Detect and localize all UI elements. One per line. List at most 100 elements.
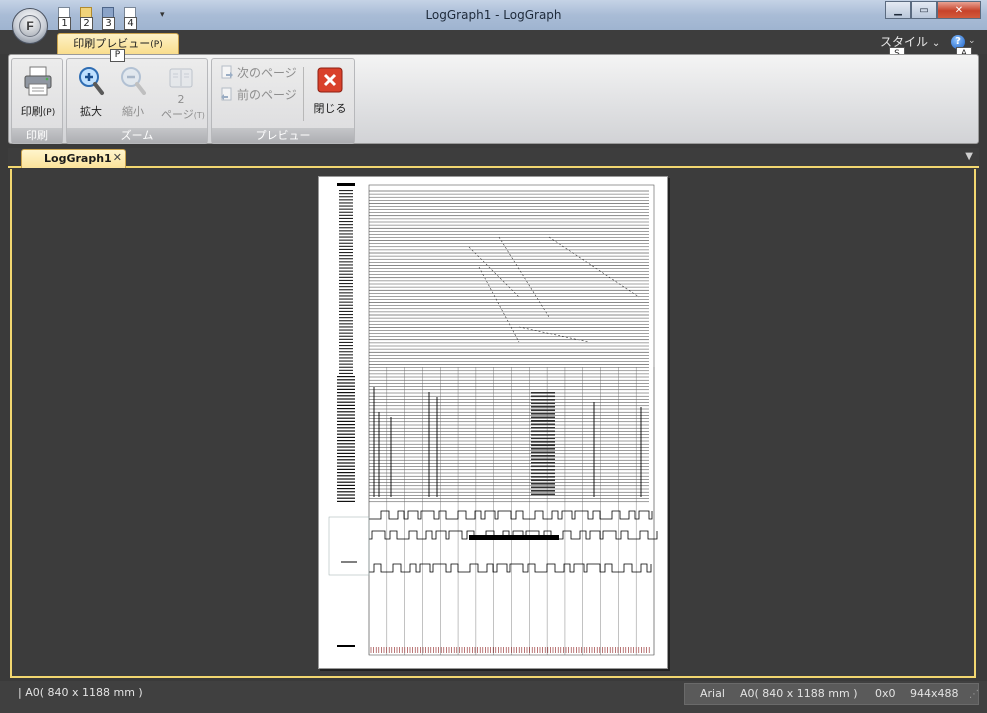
row-label-mark xyxy=(337,382,355,384)
row-label-mark xyxy=(339,199,353,201)
row-label-mark xyxy=(337,488,355,490)
maximize-button[interactable]: ▭ xyxy=(911,1,937,19)
row-label-mark xyxy=(337,427,355,429)
row-label-mark xyxy=(337,388,355,390)
graph-dense-block xyxy=(531,455,555,457)
row-label-mark xyxy=(339,332,353,334)
print-preview-area[interactable] xyxy=(10,169,976,678)
print-button[interactable]: 印刷(P) xyxy=(17,65,59,119)
graph-dense-block xyxy=(531,472,555,475)
row-label-mark xyxy=(337,404,355,406)
row-label-mark xyxy=(339,193,353,195)
row-label-mark xyxy=(339,276,353,278)
waveform-label-box xyxy=(328,516,370,576)
graph-waveform-fill xyxy=(469,535,559,540)
row-label-mark xyxy=(339,363,353,365)
tab-list-dropdown-icon[interactable]: ▼ xyxy=(965,151,973,162)
preview-page[interactable] xyxy=(318,176,668,669)
row-label-mark xyxy=(339,233,353,235)
graph-dense-block xyxy=(531,490,555,492)
row-label-mark xyxy=(339,224,353,226)
window-controls: ▁ ▭ ✕ xyxy=(885,1,981,19)
quick-access-toolbar: 1 2 3 4 xyxy=(55,6,140,30)
group-print: 印刷(P) 印刷 xyxy=(11,58,63,144)
row-label-mark xyxy=(339,190,353,192)
tab-accel: (P) xyxy=(150,40,163,50)
row-label-mark xyxy=(339,320,353,322)
prev-page-button[interactable]: 前のページ xyxy=(220,84,297,104)
row-label-mark xyxy=(337,494,355,496)
row-label-mark xyxy=(339,217,353,219)
status-paper-left: | A0( 840 x 1188 mm ) xyxy=(18,686,143,699)
zoom-in-button[interactable]: 拡大 xyxy=(75,65,107,119)
application-menu-button[interactable]: F xyxy=(12,8,48,44)
row-label-mark xyxy=(337,398,355,400)
two-page-number: 2 xyxy=(177,93,185,106)
row-label-mark xyxy=(337,462,355,464)
group-caption: プレビュー xyxy=(212,128,354,143)
row-label-mark xyxy=(339,348,353,350)
graph-dense-block xyxy=(531,441,555,443)
chevron-down-icon[interactable]: ⌄ xyxy=(968,36,976,46)
row-label-mark xyxy=(339,372,353,374)
close-preview-button[interactable]: 閉じる xyxy=(309,65,351,116)
minimize-button[interactable]: ▁ xyxy=(885,1,911,19)
row-label-mark xyxy=(337,395,355,397)
graph-dense-block xyxy=(531,476,555,478)
row-label-mark xyxy=(339,261,353,263)
row-label-mark xyxy=(339,289,353,291)
resize-grip-icon[interactable]: ⋰ xyxy=(969,689,979,700)
two-page-button[interactable]: 2 ページ(T) xyxy=(161,65,205,122)
row-label-mark xyxy=(337,449,355,451)
row-label-mark xyxy=(337,472,355,474)
graph-dense-block xyxy=(531,406,555,408)
row-label-mark xyxy=(339,360,353,362)
row-label-mark xyxy=(337,468,355,470)
row-label-mark xyxy=(339,211,353,213)
status-font: Arial xyxy=(700,687,725,700)
group-preview: 次のページ 前のページ 閉じる プレビュー xyxy=(211,58,355,144)
zoom-out-button[interactable]: 縮小 xyxy=(117,65,149,119)
document-tab-loggraph1[interactable]: LogGraph1 ✕ xyxy=(21,149,126,168)
graph-dense-block xyxy=(531,437,555,440)
qat-dropdown-icon[interactable]: ▾ xyxy=(160,10,165,20)
row-label-mark xyxy=(339,258,353,260)
print-accel: (P) xyxy=(42,108,56,118)
group-caption: ズーム xyxy=(67,128,207,143)
close-tab-icon[interactable]: ✕ xyxy=(113,151,122,164)
qat-save-button[interactable]: 3 xyxy=(99,6,118,30)
row-label-mark xyxy=(337,414,355,416)
next-page-label: 次のページ xyxy=(237,65,297,80)
graph-dense-block xyxy=(531,465,555,468)
close-preview-label: 閉じる xyxy=(313,102,347,115)
zoom-in-icon xyxy=(79,67,104,95)
qat-open-button[interactable]: 2 xyxy=(77,6,96,30)
prev-page-icon xyxy=(221,87,232,101)
graph-dense-block xyxy=(531,444,555,447)
two-page-label: ページ xyxy=(161,108,194,121)
keytip: 4 xyxy=(124,17,137,30)
title-bar: LogGraph1 - LogGraph 1 2 3 4 ▾ ▁ ▭ ✕ xyxy=(0,0,987,30)
row-label-mark xyxy=(339,273,353,275)
next-page-button[interactable]: 次のページ xyxy=(220,62,297,82)
ribbon: 印刷(P) 印刷 拡大 縮小 2 ページ(T) ズーム 次のページ 前のページ … xyxy=(8,54,979,144)
status-paper: A0( 840 x 1188 mm ) xyxy=(740,687,858,700)
qat-new-button[interactable]: 1 xyxy=(55,6,74,30)
keytip: 3 xyxy=(102,17,115,30)
log-graph-thumbnail xyxy=(328,183,658,656)
graph-dense-block xyxy=(531,451,555,454)
row-label-mark xyxy=(339,283,353,285)
printer-icon xyxy=(24,66,52,96)
row-label-mark xyxy=(339,245,353,247)
graph-dense-block xyxy=(531,413,555,415)
qat-check-button[interactable]: 4 xyxy=(121,6,140,30)
graph-waveform xyxy=(369,510,653,520)
row-label-mark xyxy=(339,369,353,371)
row-label-mark xyxy=(339,298,353,300)
close-window-button[interactable]: ✕ xyxy=(937,1,981,19)
row-label-mark xyxy=(339,202,353,204)
row-label-mark xyxy=(337,446,355,448)
row-label-mark xyxy=(339,264,353,266)
row-label-mark xyxy=(337,500,355,502)
group-separator xyxy=(303,67,304,121)
